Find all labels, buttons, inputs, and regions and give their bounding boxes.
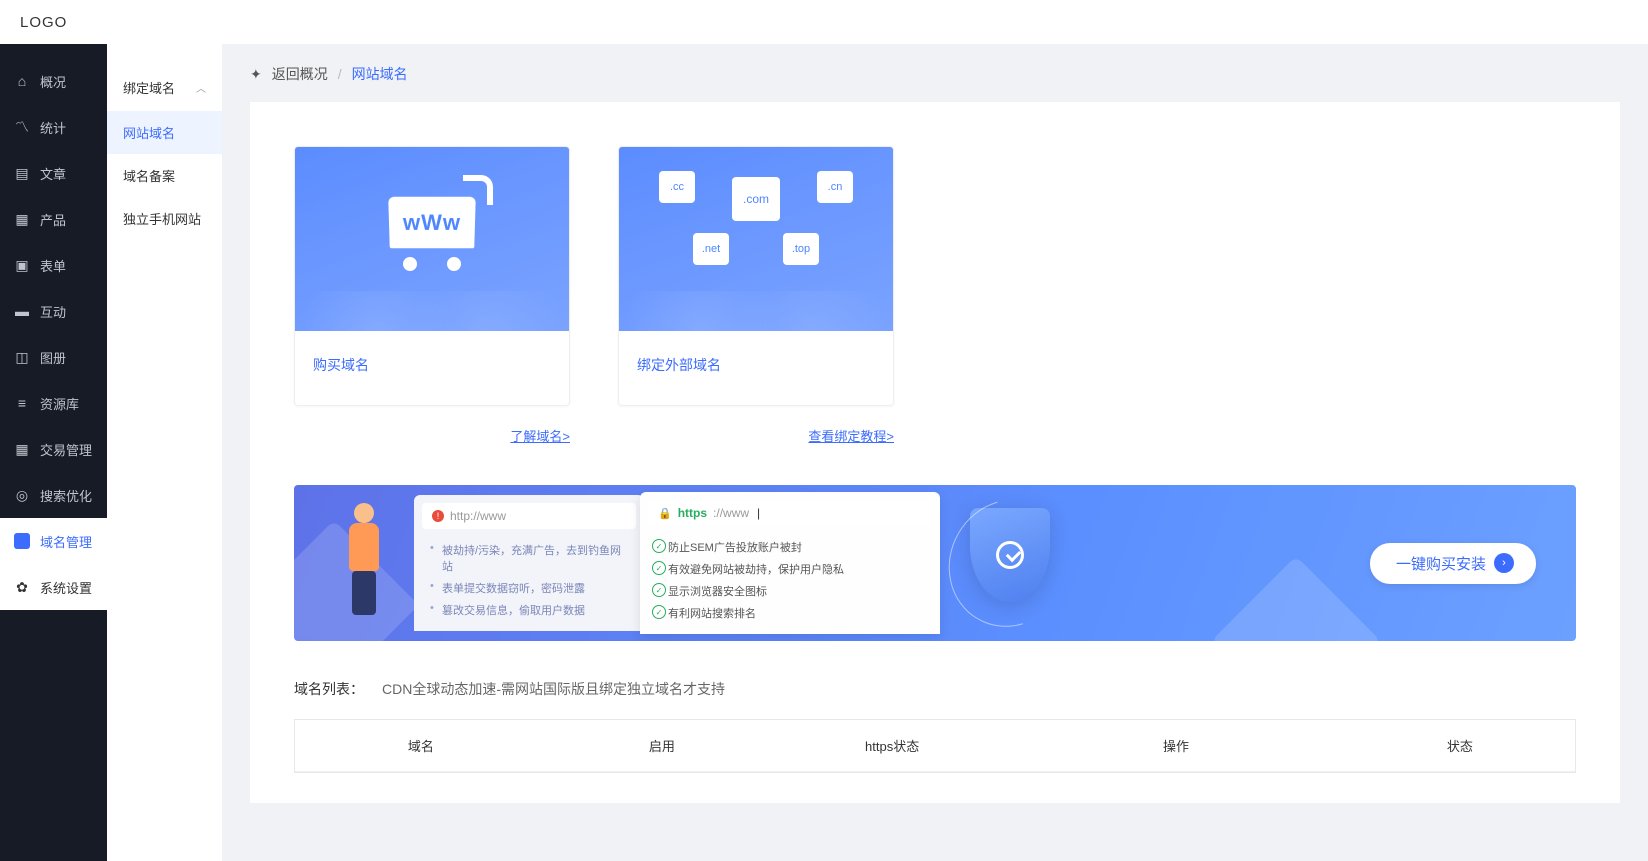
image-icon — [14, 349, 30, 365]
https-address-bar: 🔒 https://www| — [648, 500, 932, 526]
table-col-enable: 启用 — [547, 720, 777, 771]
database-icon — [14, 395, 30, 411]
chart-icon: 〽 — [14, 119, 30, 135]
list-item: 有效避免网站被劫持，保护用户隐私 — [652, 558, 928, 580]
list-item: 防止SEM广告投放账户被封 — [652, 536, 928, 558]
sidebar-item-seo[interactable]: 搜索优化 — [0, 472, 107, 518]
hex-cn-icon: .cn — [817, 171, 853, 203]
person-illustration-icon — [334, 503, 394, 623]
buy-install-button[interactable]: 一键购买安装 › — [1370, 543, 1536, 584]
domain-list-note: CDN全球动态加速-需网站国际版且绑定独立域名才支持 — [382, 679, 725, 699]
list-item: 有利网站搜索排名 — [652, 602, 928, 624]
chevron-up-icon: ︿ — [196, 80, 206, 95]
link-learn-domain[interactable]: 了解域名> — [294, 426, 570, 445]
card-bind-domain-wrap: .cc .com .cn .net .top 绑定外部域名 查看绑定教程> — [618, 146, 894, 445]
subsidebar-item-icp[interactable]: 域名备案 — [107, 154, 222, 197]
card-buy-domain-image: wWw — [295, 147, 569, 331]
domain-list-title: 域名列表： — [294, 679, 364, 699]
trade-icon — [14, 441, 30, 457]
list-item: 表单提交数据窃听，密码泄露 — [426, 577, 632, 599]
card-buy-domain-wrap: wWw 购买域名 了解域名> — [294, 146, 570, 445]
breadcrumb-current: 网站域名 — [352, 64, 408, 84]
sidebar-secondary: 绑定域名 ︿ 网站域名 域名备案 独立手机网站 — [107, 44, 222, 861]
browser-https-box: 🔒 https://www| 防止SEM广告投放账户被封 有效避免网站被劫持，保… — [640, 492, 940, 634]
link-bind-tutorial[interactable]: 查看绑定教程> — [618, 426, 894, 445]
ssl-banner: ! http://www 被劫持/污染，充满广告，去到钓鱼网站 表单提交数据窃听… — [294, 485, 1576, 641]
breadcrumb: ✦ 返回概况 / 网站域名 — [222, 44, 1648, 102]
content-panel: wWw 购买域名 了解域名> .cc .com — [250, 102, 1620, 803]
card-bind-domain[interactable]: .cc .com .cn .net .top 绑定外部域名 — [618, 146, 894, 406]
card-buy-domain[interactable]: wWw 购买域名 — [294, 146, 570, 406]
shield-icon — [960, 508, 1060, 618]
sidebar-item-settings[interactable]: 系统设置 — [0, 564, 107, 610]
hex-cc-icon: .cc — [659, 171, 695, 203]
list-item: 篡改交易信息，偷取用户数据 — [426, 599, 632, 621]
table-col-https: https状态 — [777, 720, 1007, 771]
sidebar-item-article[interactable]: 文章 — [0, 150, 107, 196]
sidebar-item-product[interactable]: 产品 — [0, 196, 107, 242]
subsidebar-item-site-domain[interactable]: 网站域名 — [107, 111, 222, 154]
sidebar-item-domain[interactable]: 域名管理 — [0, 518, 107, 564]
https-benefit-list: 防止SEM广告投放账户被封 有效避免网站被劫持，保护用户隐私 显示浏览器安全图标… — [648, 534, 932, 626]
home-icon — [14, 73, 30, 89]
sidebar-item-overview[interactable]: 概况 — [0, 58, 107, 104]
arrow-right-icon: › — [1494, 553, 1514, 573]
domain-table: 域名 启用 https状态 操作 状态 — [294, 719, 1576, 773]
grid-icon — [14, 211, 30, 227]
sidebar-item-resource[interactable]: 资源库 — [0, 380, 107, 426]
breadcrumb-separator: / — [338, 66, 342, 82]
doc-icon — [14, 165, 30, 181]
form-icon — [14, 257, 30, 273]
table-col-domain: 域名 — [295, 720, 547, 771]
hex-net-icon: .net — [693, 233, 729, 265]
hex-com-icon: .com — [732, 177, 780, 221]
card-buy-domain-title: 购买域名 — [295, 331, 569, 399]
search-icon — [14, 487, 30, 503]
table-col-status: 状态 — [1345, 720, 1575, 771]
card-bind-domain-image: .cc .com .cn .net .top — [619, 147, 893, 331]
list-item: 被劫持/污染，充满广告，去到钓鱼网站 — [426, 539, 632, 577]
list-item: 显示浏览器安全图标 — [652, 580, 928, 602]
sidebar-item-interact[interactable]: 互动 — [0, 288, 107, 334]
sidebar-item-gallery[interactable]: 图册 — [0, 334, 107, 380]
home-icon: ✦ — [250, 66, 262, 83]
card-bind-domain-title: 绑定外部域名 — [619, 331, 893, 399]
shopping-cart-icon: wWw — [389, 197, 475, 249]
warning-icon: ! — [432, 510, 444, 522]
logo-text: LOGO — [20, 14, 67, 31]
domain-list-header: 域名列表： CDN全球动态加速-需网站国际版且绑定独立域名才支持 — [294, 679, 1576, 699]
cards-row: wWw 购买域名 了解域名> .cc .com — [294, 146, 1576, 445]
subsidebar-header[interactable]: 绑定域名 ︿ — [107, 72, 222, 111]
http-address-bar: ! http://www — [422, 503, 636, 529]
table-col-action: 操作 — [1007, 720, 1344, 771]
main-content: ✦ 返回概况 / 网站域名 wWw — [222, 44, 1648, 861]
chat-icon — [14, 303, 30, 319]
lock-icon: 🔒 — [658, 507, 672, 520]
sidebar-primary: 概况 〽统计 文章 产品 表单 互动 图册 资源库 交易管理 搜索优化 域名管理… — [0, 44, 107, 861]
table-header-row: 域名 启用 https状态 操作 状态 — [295, 720, 1575, 772]
domain-icon — [14, 533, 30, 549]
sidebar-item-stats[interactable]: 〽统计 — [0, 104, 107, 150]
app-header: LOGO — [0, 0, 1648, 44]
browser-http-box: ! http://www 被劫持/污染，充满广告，去到钓鱼网站 表单提交数据窃听… — [414, 495, 644, 631]
hex-top-icon: .top — [783, 233, 819, 265]
sidebar-item-trade[interactable]: 交易管理 — [0, 426, 107, 472]
gear-icon — [14, 579, 30, 595]
breadcrumb-back[interactable]: 返回概况 — [272, 64, 328, 84]
sidebar-item-form[interactable]: 表单 — [0, 242, 107, 288]
subsidebar-item-mobile[interactable]: 独立手机网站 — [107, 197, 222, 240]
http-risk-list: 被劫持/污染，充满广告，去到钓鱼网站 表单提交数据窃听，密码泄露 篡改交易信息，… — [422, 537, 636, 623]
